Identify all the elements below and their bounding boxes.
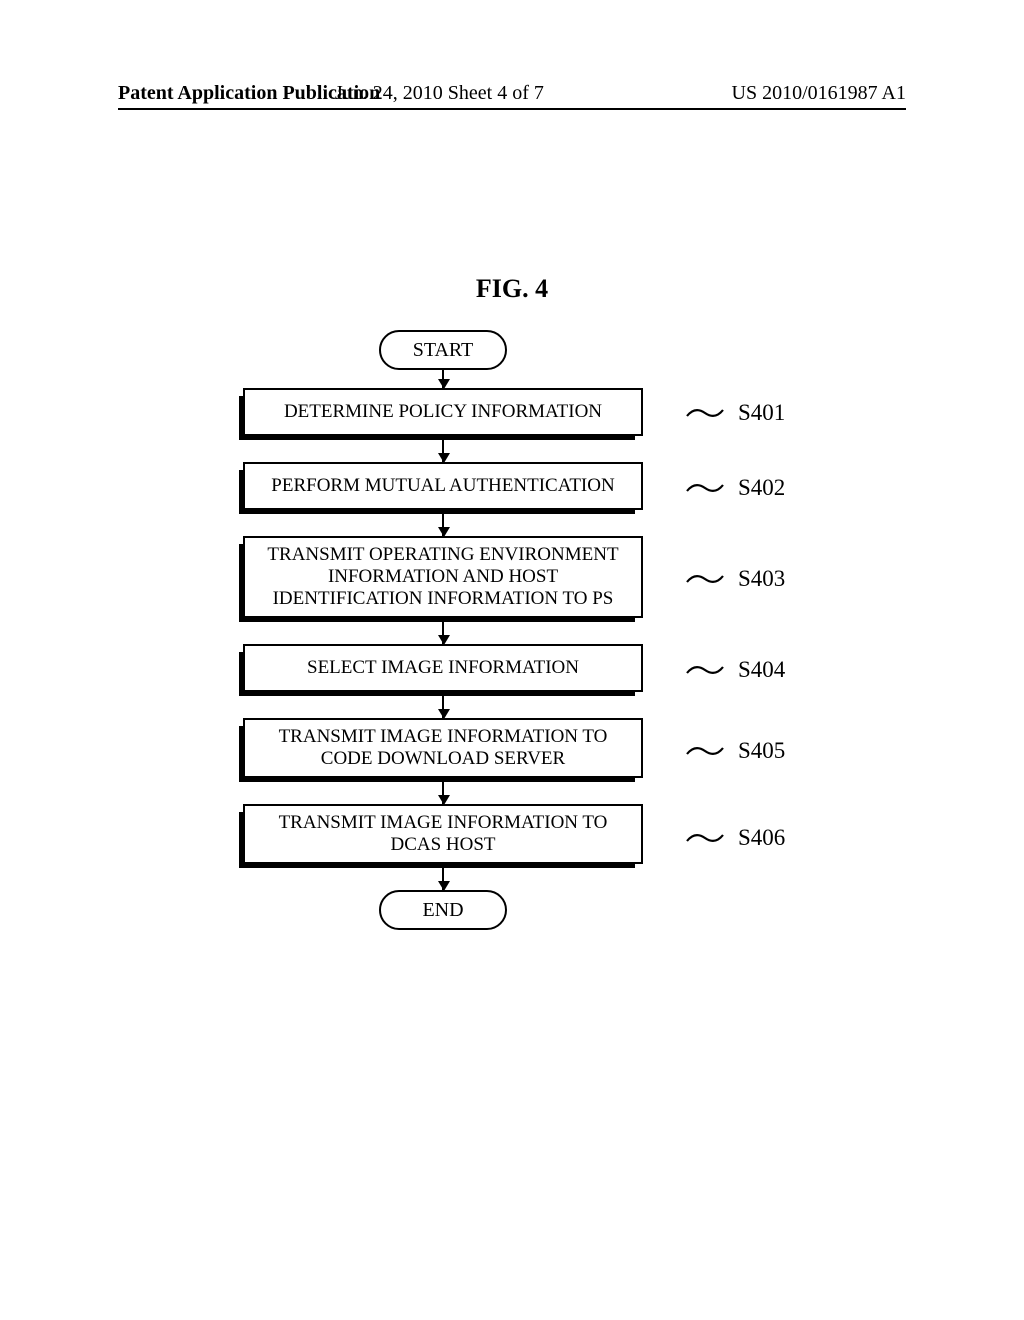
figure-title: FIG. 4: [0, 274, 1024, 304]
terminal-start-label: START: [413, 339, 474, 362]
terminal-end: END: [379, 890, 507, 930]
connector: [442, 510, 444, 536]
step-id: S402: [738, 475, 785, 501]
step-shadow: [239, 435, 635, 440]
connector: [442, 864, 444, 890]
label-s405: S405: [686, 738, 785, 764]
connector-tilde-icon: [686, 742, 724, 760]
connector-tilde-icon: [686, 829, 724, 847]
label-s402: S402: [686, 475, 785, 501]
connector: [442, 778, 444, 804]
step-s406: TRANSMIT IMAGE INFORMATION TO DCAS HOST: [243, 804, 643, 864]
connector-tilde-icon: [686, 479, 724, 497]
terminal-start: START: [379, 330, 507, 370]
step-shadow: [239, 726, 244, 782]
connector: [442, 618, 444, 644]
connector: [442, 436, 444, 462]
label-s401: S401: [686, 400, 785, 426]
step-text: DETERMINE POLICY INFORMATION: [284, 401, 602, 423]
step-text: TRANSMIT OPERATING ENVIRONMENT INFORMATI…: [255, 544, 631, 610]
header-rule: [118, 108, 906, 110]
step-id: S405: [738, 738, 785, 764]
label-s403: S403: [686, 566, 785, 592]
step-shadow: [239, 652, 244, 696]
step-shadow: [239, 617, 635, 622]
label-s404: S404: [686, 657, 785, 683]
step-shadow: [239, 777, 635, 782]
step-shadow: [239, 812, 244, 868]
step-shadow: [239, 691, 635, 696]
terminal-end-label: END: [422, 899, 463, 922]
header-mid: Jun. 24, 2010 Sheet 4 of 7: [335, 82, 544, 105]
step-id: S404: [738, 657, 785, 683]
label-s406: S406: [686, 825, 785, 851]
step-text: PERFORM MUTUAL AUTHENTICATION: [271, 475, 614, 497]
page: Patent Application Publication Jun. 24, …: [0, 0, 1024, 1320]
step-text: TRANSMIT IMAGE INFORMATION TO CODE DOWNL…: [255, 726, 631, 770]
step-s403: TRANSMIT OPERATING ENVIRONMENT INFORMATI…: [243, 536, 643, 618]
flowchart: START DETERMINE POLICY INFORMATION PERFO…: [208, 330, 678, 930]
step-s404: SELECT IMAGE INFORMATION: [243, 644, 643, 692]
connector-tilde-icon: [686, 570, 724, 588]
connector: [442, 692, 444, 718]
step-shadow: [239, 509, 635, 514]
header-right: US 2010/0161987 A1: [732, 82, 906, 105]
step-text: TRANSMIT IMAGE INFORMATION TO DCAS HOST: [255, 812, 631, 856]
step-id: S401: [738, 400, 785, 426]
connector-tilde-icon: [686, 404, 724, 422]
step-shadow: [239, 544, 244, 622]
step-shadow: [239, 863, 635, 868]
step-s401: DETERMINE POLICY INFORMATION: [243, 388, 643, 436]
step-s405: TRANSMIT IMAGE INFORMATION TO CODE DOWNL…: [243, 718, 643, 778]
step-id: S406: [738, 825, 785, 851]
connector: [442, 370, 444, 388]
step-id: S403: [738, 566, 785, 592]
step-shadow: [239, 396, 244, 440]
connector-tilde-icon: [686, 661, 724, 679]
step-text: SELECT IMAGE INFORMATION: [307, 657, 579, 679]
step-shadow: [239, 470, 244, 514]
step-s402: PERFORM MUTUAL AUTHENTICATION: [243, 462, 643, 510]
